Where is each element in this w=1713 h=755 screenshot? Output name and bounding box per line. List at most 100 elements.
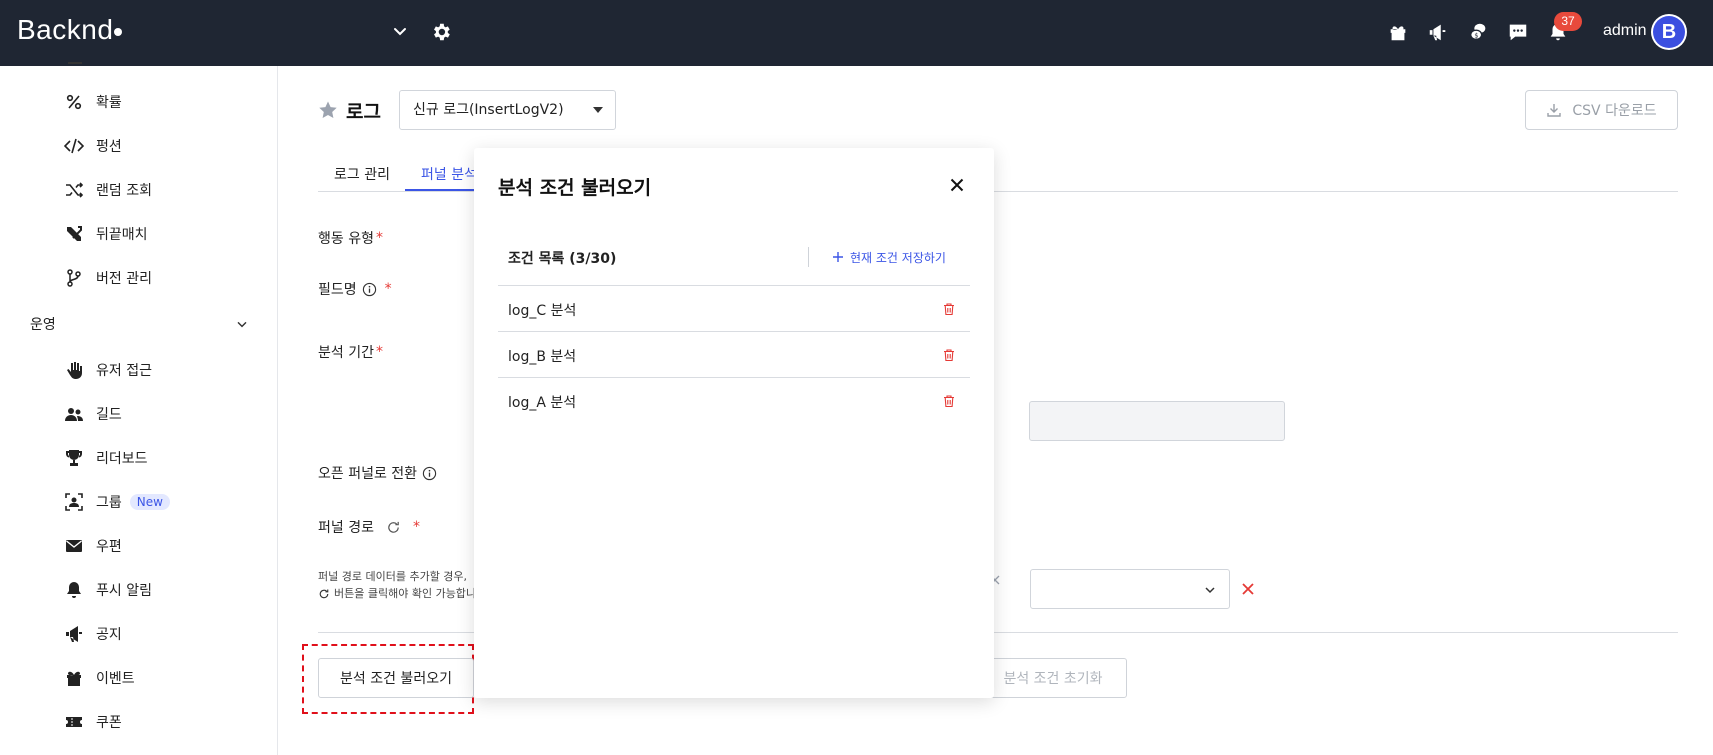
page-title: 로그 bbox=[346, 100, 381, 123]
sidebar-item-leaderboard[interactable]: 리더보드 bbox=[64, 446, 148, 470]
sidebar-item-label: 펑션 bbox=[96, 139, 122, 155]
list-item[interactable]: log_B 분석 bbox=[498, 332, 970, 378]
field-name-label: 필드명 * bbox=[318, 279, 392, 299]
avatar[interactable]: B bbox=[1651, 14, 1687, 50]
coins-icon[interactable]: $ bbox=[1467, 21, 1489, 43]
shuffle-icon bbox=[66, 182, 84, 198]
hint-line-2-row: 버튼을 클릭해야 확인 가능합니 bbox=[318, 585, 476, 602]
sidebar-item-label: 우편 bbox=[96, 539, 122, 555]
sidebar-item-user-access[interactable]: 유저 접근 bbox=[64, 358, 152, 382]
page-title-row: 로그 bbox=[318, 90, 381, 130]
field-label: 퍼널 경로 bbox=[318, 520, 374, 536]
save-current-condition-link[interactable]: 현재 조건 저장하기 bbox=[832, 247, 946, 267]
chat-icon[interactable] bbox=[1507, 21, 1529, 43]
hand-icon bbox=[67, 362, 82, 379]
sidebar-item-match[interactable]: 뒤끝매치 bbox=[64, 222, 148, 246]
sidebar-item-probability[interactable]: 확률 bbox=[64, 90, 122, 114]
required-mark: * bbox=[384, 281, 392, 297]
group-icon bbox=[65, 493, 83, 511]
sidebar-item-label: 버전 관리 bbox=[96, 271, 152, 287]
logo-text: Backnd bbox=[17, 14, 114, 45]
condition-name: log_B 분석 bbox=[508, 349, 577, 365]
remove-step-icon[interactable] bbox=[1241, 582, 1255, 596]
gift-icon[interactable] bbox=[1387, 21, 1409, 43]
funnel-path-select[interactable] bbox=[1030, 569, 1230, 609]
chevron-down-icon bbox=[1205, 587, 1215, 594]
top-navigation-bar: Backnd $ 37 admin B bbox=[0, 0, 1713, 66]
log-select-value: 신규 로그(InsertLogV2) bbox=[413, 102, 564, 118]
close-icon[interactable] bbox=[949, 177, 965, 193]
mail-icon bbox=[66, 540, 82, 552]
users-icon bbox=[65, 408, 83, 421]
sidebar-item-mail[interactable]: 우편 bbox=[64, 534, 122, 558]
gear-icon[interactable] bbox=[430, 21, 452, 43]
avatar-letter: B bbox=[1653, 16, 1685, 48]
sidebar-item-group[interactable]: 그룹 New bbox=[64, 490, 170, 514]
gift-icon bbox=[67, 671, 81, 686]
load-conditions-button[interactable]: 분석 조건 불러오기 bbox=[318, 658, 474, 698]
percent-icon bbox=[66, 94, 82, 110]
period-label: 분석 기간 * bbox=[318, 342, 383, 362]
open-funnel-label: 오픈 퍼널로 전환 bbox=[318, 463, 437, 483]
condition-name: log_C 분석 bbox=[508, 303, 577, 319]
csv-download-button[interactable]: CSV 다운로드 bbox=[1525, 90, 1678, 130]
scrolled-item-edge bbox=[68, 62, 82, 64]
backnd-logo[interactable]: Backnd bbox=[17, 14, 123, 46]
list-item[interactable]: log_C 분석 bbox=[498, 286, 970, 332]
logo-dot bbox=[114, 28, 123, 36]
required-mark: * bbox=[375, 344, 383, 360]
megaphone-icon bbox=[66, 626, 82, 642]
sidebar-item-label: 푸시 알림 bbox=[96, 583, 152, 599]
condition-name: log_A 분석 bbox=[508, 395, 577, 411]
sidebar-item-label: 이벤트 bbox=[96, 671, 135, 687]
sidebar-item-label: 길드 bbox=[96, 407, 122, 423]
condition-list-header: 조건 목록 (3/30) bbox=[508, 251, 617, 267]
tab-log-management[interactable]: 로그 관리 bbox=[334, 164, 390, 184]
sidebar-item-push[interactable]: 푸시 알림 bbox=[64, 578, 152, 602]
required-mark: * bbox=[375, 230, 383, 246]
sidebar-item-guild[interactable]: 길드 bbox=[64, 402, 122, 426]
admin-username[interactable]: admin bbox=[1603, 22, 1647, 40]
tab-funnel-analysis[interactable]: 퍼널 분석 bbox=[421, 164, 477, 184]
trash-icon[interactable] bbox=[942, 348, 956, 362]
sidebar-item-version[interactable]: 버전 관리 bbox=[64, 266, 152, 290]
header-separator bbox=[808, 247, 809, 267]
reset-conditions-button[interactable]: 분석 조건 초기화 bbox=[979, 658, 1127, 698]
field-label: 행동 유형 bbox=[318, 231, 374, 247]
sidebar: 확률 펑션 랜덤 조회 뒤끝매치 버전 관리 운영 유저 접근 길드 리더보드 … bbox=[0, 62, 278, 755]
info-icon[interactable] bbox=[422, 466, 437, 481]
sidebar-item-event[interactable]: 이벤트 bbox=[64, 666, 135, 690]
megaphone-icon[interactable] bbox=[1427, 21, 1449, 43]
sidebar-item-function[interactable]: 펑션 bbox=[64, 134, 122, 158]
chevron-down-icon[interactable] bbox=[390, 22, 410, 42]
sidebar-item-label: 확률 bbox=[96, 95, 122, 111]
refresh-icon[interactable] bbox=[386, 520, 401, 535]
sidebar-item-label: 리더보드 bbox=[96, 451, 148, 467]
plus-icon bbox=[833, 252, 843, 262]
list-item[interactable]: log_A 분석 bbox=[498, 378, 970, 424]
log-type-select[interactable]: 신규 로그(InsertLogV2) bbox=[399, 90, 616, 130]
funnel-path-hint: 퍼널 경로 데이터를 추가할 경우, 버튼을 클릭해야 확인 가능합니 bbox=[318, 568, 476, 602]
bell-icon bbox=[67, 582, 81, 598]
star-icon[interactable] bbox=[318, 100, 338, 120]
button-label: 분석 조건 불러오기 bbox=[340, 671, 452, 687]
period-input-background[interactable] bbox=[1029, 401, 1285, 441]
sidebar-section-operations[interactable]: 운영 bbox=[30, 313, 250, 335]
sidebar-item-label: 쿠폰 bbox=[96, 715, 122, 731]
trash-icon[interactable] bbox=[942, 394, 956, 408]
ticket-icon bbox=[66, 717, 82, 727]
sidebar-item-random[interactable]: 랜덤 조회 bbox=[64, 178, 152, 202]
hint-line-1: 퍼널 경로 데이터를 추가할 경우, bbox=[318, 570, 468, 583]
trash-icon[interactable] bbox=[942, 302, 956, 316]
info-icon[interactable] bbox=[362, 282, 377, 297]
swords-icon bbox=[67, 226, 82, 241]
sidebar-item-notice[interactable]: 공지 bbox=[64, 622, 122, 646]
refresh-icon bbox=[319, 589, 329, 598]
hint-line-2: 버튼을 클릭해야 확인 가능합니 bbox=[334, 587, 477, 600]
new-badge: New bbox=[129, 494, 170, 510]
csv-button-label: CSV 다운로드 bbox=[1572, 103, 1657, 119]
sidebar-item-coupon[interactable]: 쿠폰 bbox=[64, 710, 122, 734]
sidebar-item-label: 유저 접근 bbox=[96, 363, 152, 379]
chevron-down-icon bbox=[237, 321, 247, 328]
field-label: 분석 기간 bbox=[318, 345, 374, 361]
